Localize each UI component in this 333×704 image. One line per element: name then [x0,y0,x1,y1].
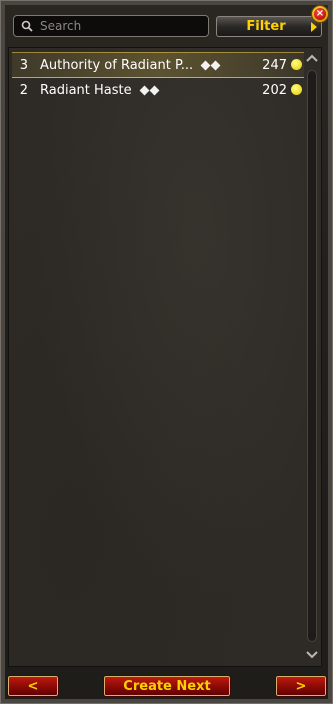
filter-button[interactable]: Filter [216,16,322,37]
scroll-track[interactable] [307,70,317,642]
next-button[interactable]: > [275,675,327,697]
gold-coin-icon [291,59,302,70]
previous-button[interactable]: < [7,675,59,697]
close-button[interactable]: × [311,5,329,23]
filter-arrow-icon [311,22,317,32]
recipe-count: 202 [262,82,287,98]
recipe-name: Authority of Radiant P... [40,57,194,73]
diamond-icon [149,85,160,95]
footer-bar: < Create Next > [0,670,333,704]
scrollbar[interactable] [303,50,321,663]
list-item[interactable]: 3 Authority of Radiant P... 247 [12,52,304,78]
list-item[interactable]: 2 Radiant Haste 202 [12,78,304,102]
filter-button-label: Filter [246,19,286,34]
diamond-icon [210,60,221,70]
search-box[interactable] [13,15,209,37]
recipe-list: 3 Authority of Radiant P... 247 2 Radian… [12,52,304,102]
recipe-rank: 2 [19,82,28,98]
recipe-rank: 3 [19,57,28,73]
recipe-list-panel [8,47,322,667]
scroll-up-icon[interactable] [305,52,319,64]
search-icon [18,17,36,35]
gold-coin-icon [291,84,302,95]
diamond-icon [139,85,150,95]
recipe-count: 247 [262,57,287,73]
scroll-down-icon[interactable] [305,649,319,661]
quality-diamonds [200,60,221,70]
recipe-name: Radiant Haste [40,82,132,98]
search-input[interactable] [36,19,204,33]
quality-diamonds [139,85,160,95]
close-icon: × [314,8,326,20]
create-next-button[interactable]: Create Next [103,675,231,697]
